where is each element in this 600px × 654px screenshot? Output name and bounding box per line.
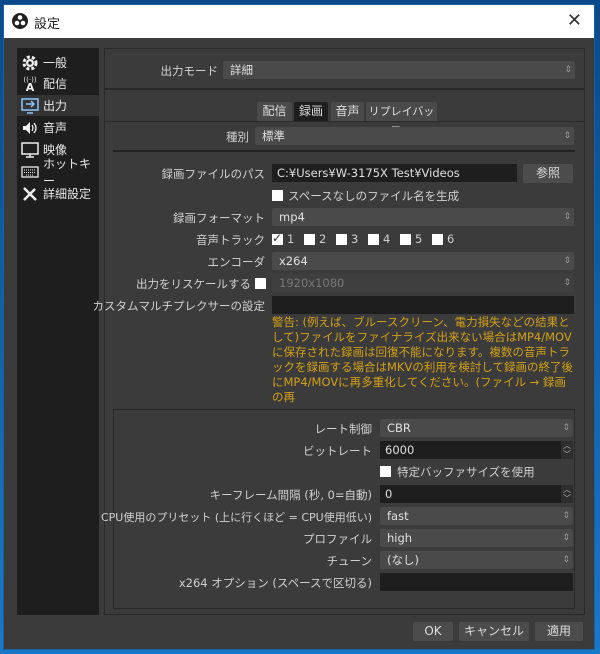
sidebar-item-label: 一般 [43,56,68,70]
preset-select[interactable]: fast [380,507,573,525]
keyframe-spinner[interactable]: ︿ ﹀ [561,485,573,503]
sidebar-item-stream[interactable]: A ((·)) 配信 [17,73,99,94]
bitrate-spinner[interactable]: ︿ ﹀ [561,441,573,459]
encoder-label: エンコーダ [207,255,266,269]
tune-select[interactable]: (なし) [380,551,573,569]
apply-button[interactable]: 適用 [535,622,583,641]
mp4-warning-text: 警告: (例えば、ブルースクリーン、電力損失などの結果として)ファイルをファイナ… [272,315,573,404]
tab-divider [105,121,584,122]
gear-icon [22,55,38,70]
settings-window: 設定 ✕ 一般 A ((·)) 配信 出力 音声 映像 ホットキー 詳細設定 出力モ… [3,4,595,650]
format-label: 録画フォーマット [173,211,265,225]
audio-track-number: 6 [447,232,455,246]
encoder-select[interactable]: x264 [272,252,574,270]
obs-logo-icon [12,13,28,29]
muxer-label: カスタムマルチプレクサーの設定 [92,299,266,313]
audio-track-checkbox[interactable] [400,234,411,245]
type-select[interactable]: 標準 [255,127,574,145]
rate-control-select[interactable]: CBR [380,419,573,437]
output-mode-label: 出力モード [160,64,219,78]
ok-button[interactable]: OK [413,622,453,641]
tab-stream[interactable]: 配信 [257,102,292,121]
sidebar-item-label: 出力 [43,99,68,113]
title-bar: 設定 ✕ [4,5,594,38]
audio-track-number: 3 [351,232,359,246]
x264-options-label: x264 オプション (スペースで区切る) [178,576,372,590]
bitrate-input[interactable]: 6000 ︿ ﹀ [380,441,573,459]
section-divider [113,150,575,152]
audio-track-checkbox[interactable] [432,234,443,245]
profile-select[interactable]: high [380,529,573,547]
preset-label: CPU使用のプリセット (上に行くほど = CPU使用低い) [100,511,372,524]
audio-track-checkbox[interactable] [304,234,315,245]
keyframe-label: キーフレーム間隔 (秒, 0=自動) [209,488,372,502]
audio-track-label: 音声トラック [196,233,265,247]
output-settings-panel: 出力モード 詳細 配信 録画 音声 リプレイバッファ 種別 標準 録画ファイルの… [93,48,585,615]
profile-label: プロファイル [303,532,372,546]
rescale-checkbox[interactable] [255,278,266,289]
rescale-select: 1920x1080 [272,274,574,292]
sidebar-item-advanced[interactable]: 詳細設定 [17,183,99,204]
audio-track-checkbox[interactable] [368,234,379,245]
tab-recording[interactable]: 録画 [294,102,328,121]
rescale-label: 出力をリスケールする [136,277,251,291]
output-icon [21,97,39,114]
no-space-label: スペースなしのファイル名を生成 [288,189,460,203]
keyboard-icon [21,165,39,178]
sidebar-item-general[interactable]: 一般 [17,52,99,73]
format-select[interactable]: mp4 [272,208,574,226]
browse-button[interactable]: 参照 [523,164,573,183]
keyframe-value: 0 [385,487,393,501]
monitor-icon [21,141,39,158]
buffer-size-checkbox[interactable] [380,466,391,477]
audio-track-checkbox[interactable] [272,231,283,245]
cancel-button[interactable]: キャンセル [459,622,529,641]
close-button[interactable]: ✕ [567,10,582,31]
no-space-checkbox[interactable] [272,190,283,201]
audio-track-number: 5 [415,232,423,246]
x264-options-input[interactable] [380,573,573,591]
sidebar-item-audio[interactable]: 音声 [17,117,99,138]
svg-text:((·)): ((·)) [23,76,36,84]
speaker-icon [23,121,37,134]
audio-track-checkbox[interactable] [336,234,347,245]
buffer-size-label: 特定バッファサイズを使用 [397,465,535,479]
keyframe-input[interactable]: 0 ︿ ﹀ [380,485,573,503]
window-title: 設定 [34,17,61,32]
bitrate-label: ビットレート [303,444,372,458]
sidebar-item-label: 配信 [43,77,68,91]
bitrate-value: 6000 [385,443,415,457]
tab-replay-buffer[interactable]: リプレイバッファ [366,102,437,137]
path-input[interactable]: C:¥Users¥W-3175X Test¥Videos [272,164,517,182]
broadcast-icon: A((·)) [23,76,36,93]
tools-icon [23,186,37,201]
audio-track-number: 4 [383,232,391,246]
audio-track-number: 1 [287,232,295,246]
rate-control-label: レート制御 [314,422,373,436]
path-label: 録画ファイルのパス [161,167,266,181]
sidebar-item-label: 詳細設定 [43,187,92,201]
sidebar-item-label: 音声 [43,121,68,135]
output-mode-select[interactable]: 詳細 [223,61,575,79]
sidebar-item-output[interactable]: 出力 [17,95,99,116]
sidebar-item-hotkeys[interactable]: ホットキー [17,157,99,188]
tab-audio[interactable]: 音声 [331,102,364,121]
tune-label: チューン [326,554,372,568]
muxer-input[interactable] [272,296,574,314]
audio-track-number: 2 [319,232,327,246]
sidebar: 一般 A ((·)) 配信 出力 音声 映像 ホットキー 詳細設定 [17,48,99,615]
type-label: 種別 [226,130,249,144]
